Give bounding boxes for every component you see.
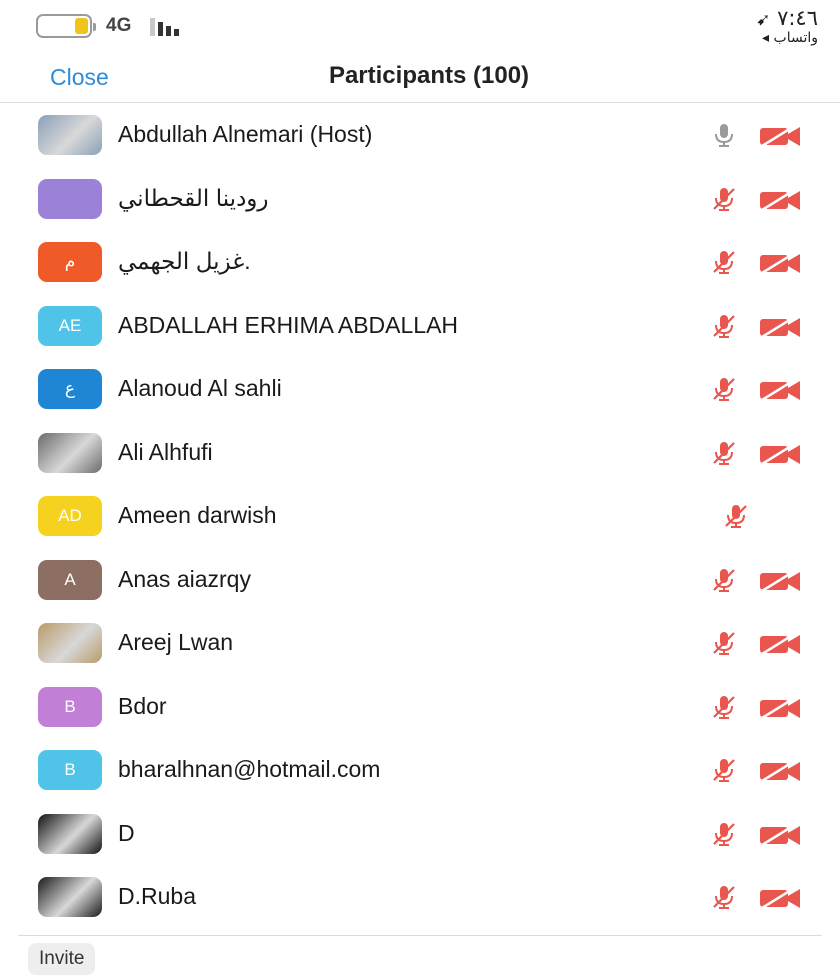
avatar: AE [38, 305, 102, 346]
video-off-icon [758, 885, 802, 910]
invite-button[interactable]: Invite [28, 943, 96, 975]
video-off-icon [758, 123, 802, 148]
footer-divider [18, 935, 822, 936]
avatar: م [38, 242, 102, 282]
mic-muted-icon [710, 185, 738, 213]
mic-muted-icon [710, 756, 738, 784]
mic-muted-icon [722, 502, 750, 530]
participant-status-icons [710, 566, 810, 594]
participant-status-icons [710, 439, 810, 467]
nav-bar: Close Participants (100) [0, 56, 840, 103]
status-bar: 4G ➹ ٧:٤٦ ◂ واتساب [0, 0, 840, 56]
video-off-icon [758, 695, 802, 720]
mic-muted-icon [710, 693, 738, 721]
avatar [38, 432, 102, 473]
participant-name: Ali Alhfufi [118, 438, 213, 465]
participant-name: ABDALLAH ERHIMA ABDALLAH [118, 311, 459, 338]
mic-icon [710, 121, 738, 149]
video-off-icon [758, 822, 802, 847]
signal-icon [150, 16, 179, 36]
participant-name: Bdor [118, 692, 167, 719]
participant-row[interactable]: Bbharalhnan@hotmail.com [0, 738, 840, 802]
participant-name: D.Ruba [118, 883, 196, 909]
avatar [38, 178, 102, 219]
mic-muted-icon [710, 566, 738, 594]
status-time: ➹ ٧:٤٦ [756, 6, 818, 30]
network-type: 4G [106, 15, 132, 36]
mic-muted-icon [710, 312, 738, 340]
participant-status-icons [710, 312, 810, 340]
page-title: Participants (100) [328, 62, 530, 89]
participant-status-icons [710, 185, 810, 213]
avatar-initials: B [64, 696, 76, 716]
participant-row[interactable]: AE ABDALLAH ERHIMA ABDALLAH [0, 294, 840, 358]
participant-row[interactable]: D [0, 802, 840, 866]
participant-name: رودينا القحطاني [118, 184, 269, 211]
participant-status-icons [710, 502, 810, 530]
mic-muted-icon [710, 439, 738, 467]
participant-row[interactable]: رودينا القحطاني [0, 167, 840, 231]
participant-status-icons [710, 248, 810, 276]
participant-name: Alanoud Al sahli [118, 375, 282, 401]
mic-muted-icon [710, 248, 738, 276]
avatar [38, 813, 102, 854]
mic-muted-icon [710, 820, 738, 848]
location-arrow-icon: ➹ [756, 10, 771, 30]
participant-status-icons [710, 820, 810, 848]
video-off-icon [758, 568, 802, 593]
battery-icon [36, 14, 96, 38]
video-off-icon [758, 631, 802, 656]
participant-status-icons [710, 693, 810, 721]
participant-row[interactable]: Ali Alhfufi [0, 421, 840, 485]
participant-status-icons [710, 121, 810, 149]
avatar: AD [38, 496, 102, 536]
participant-row[interactable]: B Bdor [0, 675, 840, 739]
participant-name: Areej Lwan [118, 629, 234, 655]
video-off-icon [758, 377, 802, 402]
avatar: A [38, 559, 102, 600]
video-off-icon [758, 441, 802, 466]
participant-status-icons [710, 375, 810, 403]
avatar-initials: ع [64, 379, 76, 398]
avatar [38, 877, 102, 917]
participant-row[interactable]: Areej Lwan [0, 611, 840, 675]
avatar-initials: AD [58, 506, 82, 525]
participant-status-icons [710, 883, 810, 911]
participant-row[interactable]: Abdullah Alnemari (Host) [0, 103, 840, 167]
clock-text: ٧:٤٦ [777, 6, 818, 30]
avatar: B [38, 750, 102, 790]
participant-name: D [118, 819, 135, 846]
participant-name: bharalhnan@hotmail.com [118, 756, 381, 782]
mic-muted-icon [710, 629, 738, 657]
avatar [38, 623, 102, 663]
avatar: ع [38, 369, 102, 409]
avatar: B [38, 686, 102, 727]
back-to-app-link[interactable]: ◂ واتساب [762, 30, 818, 46]
avatar-initials: A [64, 569, 76, 589]
avatar-initials: AE [58, 315, 82, 335]
participant-row[interactable]: م غزيل الجهمي. [0, 230, 840, 294]
video-off-icon [758, 250, 802, 275]
mic-muted-icon [710, 375, 738, 403]
participant-name: غزيل الجهمي. [118, 248, 251, 274]
participant-status-icons [710, 756, 810, 784]
video-off-icon [758, 758, 802, 783]
participant-row[interactable]: AD Ameen darwish [0, 484, 840, 548]
avatar-initials: B [64, 760, 76, 779]
participant-name: Abdullah Alnemari (Host) [118, 121, 373, 147]
video-off-icon [758, 187, 802, 212]
avatar-initials: م [64, 252, 76, 271]
avatar [38, 115, 102, 155]
participant-name: Ameen darwish [118, 502, 277, 528]
participant-row[interactable]: D.Ruba [0, 865, 840, 929]
participants-list: Abdullah Alnemari (Host) رودينا القحطاني م… [0, 103, 840, 929]
mic-muted-icon [710, 883, 738, 911]
video-off-icon [758, 314, 802, 339]
participant-name: Anas aiazrqy [118, 565, 251, 592]
participant-status-icons [710, 629, 810, 657]
participant-row[interactable]: ع Alanoud Al sahli [0, 357, 840, 421]
participant-row[interactable]: A Anas aiazrqy [0, 548, 840, 612]
